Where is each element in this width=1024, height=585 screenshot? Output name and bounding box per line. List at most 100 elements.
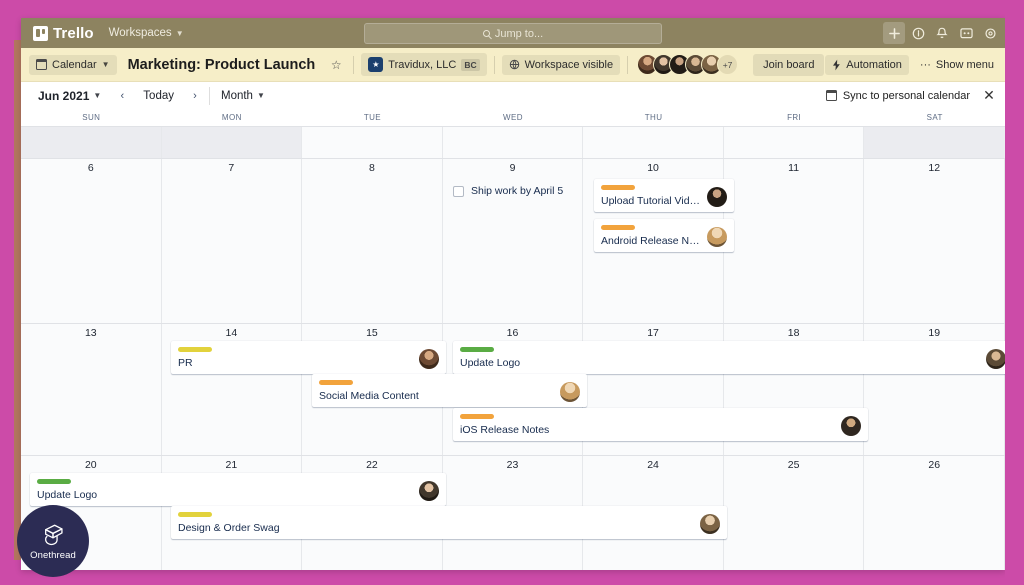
- day-number: [583, 127, 723, 130]
- day-cell[interactable]: 7: [161, 159, 303, 323]
- workspace-logo-icon: ★: [368, 57, 384, 72]
- day-cell[interactable]: 26: [864, 456, 1005, 570]
- search-placeholder-text: Jump to...: [494, 27, 544, 40]
- day-number: 15: [366, 327, 378, 339]
- workspace-plan-badge: BC: [461, 58, 480, 71]
- day-number: 18: [787, 327, 800, 339]
- day-number: 12: [928, 162, 941, 174]
- show-menu-button[interactable]: ··· Show menu: [913, 55, 1001, 75]
- chevron-down-icon: ▼: [256, 91, 265, 100]
- workspaces-menu[interactable]: Workspaces ▼: [102, 23, 191, 43]
- day-cell[interactable]: [864, 127, 1005, 158]
- workspace-switcher[interactable]: ★ Travidux, LLC BC: [361, 53, 487, 76]
- automation-button[interactable]: Automation: [825, 55, 909, 75]
- calendar-card[interactable]: Design & Order Swag: [171, 506, 727, 539]
- settings-gear-icon[interactable]: [979, 22, 1001, 44]
- calendar-card[interactable]: Social Media Content: [312, 374, 587, 407]
- today-button[interactable]: Today: [136, 86, 181, 106]
- dow-sun: SUN: [82, 113, 101, 122]
- calendar-card[interactable]: iOS Release Notes: [453, 408, 868, 441]
- card-title: Upload Tutorial Videos: [601, 195, 701, 207]
- due-checkbox[interactable]: [453, 185, 464, 197]
- onethread-watermark: Onethread: [17, 505, 89, 577]
- calendar-week-row: 6 7 8 9 10 11 12 Ship work by April 5 Up…: [21, 159, 1005, 324]
- card-member-avatar[interactable]: [419, 349, 439, 369]
- workspaces-label: Workspaces: [108, 27, 172, 39]
- card-member-avatar[interactable]: [707, 187, 727, 207]
- day-number: 23: [506, 459, 519, 471]
- day-cell[interactable]: [21, 127, 162, 158]
- day-number: 9: [509, 162, 516, 174]
- board-view-label: Calendar: [52, 58, 97, 71]
- calendar-card[interactable]: Update Logo: [453, 341, 1005, 374]
- day-cell[interactable]: 25: [723, 456, 865, 570]
- dow-sat: SAT: [926, 113, 943, 122]
- day-cell[interactable]: 8: [302, 159, 443, 323]
- day-cell[interactable]: [723, 127, 865, 158]
- trello-logo[interactable]: Trello: [27, 25, 102, 42]
- day-number: 19: [928, 327, 941, 339]
- calendar-card[interactable]: Android Release Notes: [594, 219, 734, 252]
- join-board-button[interactable]: Join board: [753, 53, 825, 76]
- plus-icon[interactable]: [883, 22, 905, 44]
- card-label-green: [37, 479, 71, 484]
- card-label-orange: [460, 414, 494, 419]
- day-cell[interactable]: [302, 127, 443, 158]
- board-visibility-button[interactable]: Workspace visible: [501, 54, 621, 75]
- dow-wed: WED: [503, 113, 523, 122]
- trello-board-icon: [33, 25, 48, 41]
- calendar-due-item[interactable]: Ship work by April 5: [453, 185, 563, 197]
- card-member-avatar[interactable]: [707, 227, 727, 247]
- notifications-bell-icon[interactable]: [931, 22, 953, 44]
- next-month-button[interactable]: ›: [185, 86, 205, 106]
- day-cell[interactable]: 6: [21, 159, 162, 323]
- board-header-right-actions: Automation ··· Show menu: [825, 48, 1001, 82]
- star-outline-icon[interactable]: ☆: [326, 55, 346, 75]
- card-member-avatar[interactable]: [419, 481, 439, 501]
- member-overflow-count[interactable]: +7: [717, 54, 739, 75]
- day-number: 25: [787, 459, 800, 471]
- day-number: 26: [928, 459, 941, 471]
- board-view-switcher[interactable]: Calendar ▼: [29, 54, 117, 75]
- month-year-selector[interactable]: Jun 2021 ▼: [31, 85, 108, 107]
- dow-thu: THU: [644, 113, 663, 122]
- header-divider: [627, 55, 629, 74]
- sync-to-personal-calendar-button[interactable]: Sync to personal calendar: [819, 86, 977, 106]
- card-member-avatar[interactable]: [841, 416, 861, 436]
- day-cell[interactable]: [442, 127, 584, 158]
- day-cell[interactable]: 12: [864, 159, 1005, 323]
- day-cell[interactable]: 13: [21, 324, 162, 455]
- month-year-label: Jun 2021: [38, 88, 90, 103]
- chevron-down-icon: ▼: [93, 91, 102, 100]
- card-label-green: [460, 347, 494, 352]
- header-divider: [493, 55, 495, 74]
- apps-grid-icon[interactable]: [955, 22, 977, 44]
- chevron-down-icon: ▼: [175, 28, 184, 38]
- day-cell[interactable]: 9: [442, 159, 584, 323]
- card-title: Android Release Notes: [601, 235, 701, 247]
- day-number: [864, 127, 1005, 130]
- previous-month-button[interactable]: ‹: [112, 86, 132, 106]
- day-cell[interactable]: [161, 127, 303, 158]
- calendar-card[interactable]: PR: [171, 341, 446, 374]
- card-member-avatar[interactable]: [560, 382, 580, 402]
- dow-mon: MON: [221, 113, 242, 122]
- card-member-avatar[interactable]: [986, 349, 1005, 369]
- frame-right-edge: [1005, 0, 1024, 585]
- top-nav-actions: [883, 18, 1001, 48]
- close-icon[interactable]: ✕: [979, 86, 999, 106]
- chevron-down-icon: ▼: [101, 60, 110, 69]
- info-icon[interactable]: [907, 22, 929, 44]
- search-jump-to-input[interactable]: Jump to...: [364, 23, 662, 44]
- day-cell[interactable]: [583, 127, 724, 158]
- card-title: Update Logo: [460, 357, 521, 369]
- card-member-avatar[interactable]: [700, 514, 720, 534]
- board-header-bar: Calendar ▼ Marketing: Product Launch ☆ ★…: [21, 48, 1005, 82]
- onethread-logo-icon: [45, 524, 63, 545]
- calendar-card[interactable]: Update Logo: [30, 473, 446, 506]
- card-label-yellow: [178, 512, 212, 517]
- view-mode-selector[interactable]: Month ▼: [214, 86, 272, 106]
- day-number: 11: [788, 162, 800, 174]
- day-cell[interactable]: 11: [723, 159, 865, 323]
- calendar-card[interactable]: Upload Tutorial Videos: [594, 179, 734, 212]
